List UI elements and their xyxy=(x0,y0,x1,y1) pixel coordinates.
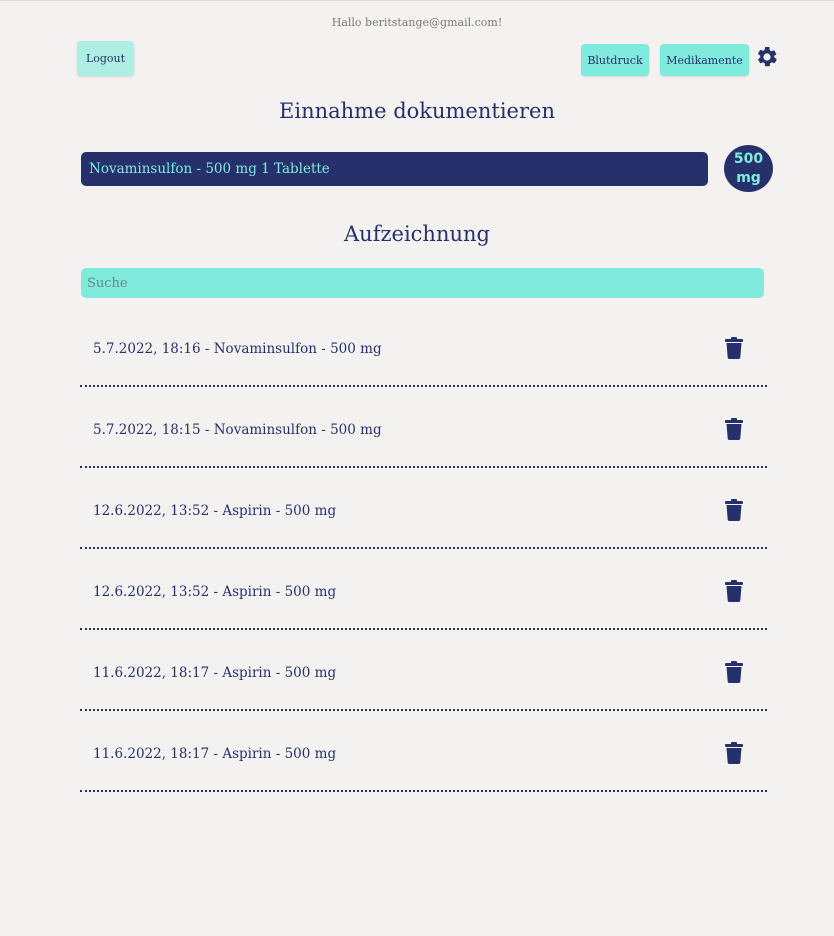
dose-unit: mg xyxy=(736,169,761,186)
record-text: 11.6.2022, 18:17 - Aspirin - 500 mg xyxy=(93,746,337,762)
list-item: 5.7.2022, 18:15 - Novaminsulfon - 500 mg xyxy=(80,387,767,468)
trash-icon[interactable] xyxy=(725,661,743,683)
record-text: 12.6.2022, 13:52 - Aspirin - 500 mg xyxy=(93,503,337,519)
nav-blutdruck-button[interactable]: Blutdruck xyxy=(581,44,649,76)
record-text: 12.6.2022, 13:52 - Aspirin - 500 mg xyxy=(93,584,337,600)
record-text: 5.7.2022, 18:16 - Novaminsulfon - 500 mg xyxy=(93,341,382,357)
list-item: 5.7.2022, 18:16 - Novaminsulfon - 500 mg xyxy=(80,306,767,387)
trash-icon[interactable] xyxy=(725,742,743,764)
top-border xyxy=(0,0,834,5)
list-item: 12.6.2022, 13:52 - Aspirin - 500 mg xyxy=(80,468,767,549)
logout-button[interactable]: Logout xyxy=(77,41,134,76)
dose-submit-button[interactable]: 500 mg xyxy=(724,145,773,192)
trash-icon[interactable] xyxy=(725,499,743,521)
trash-icon[interactable] xyxy=(725,418,743,440)
greeting-text: Hallo beritstange@gmail.com! xyxy=(331,16,503,29)
trash-icon[interactable] xyxy=(725,580,743,602)
search-input[interactable] xyxy=(81,268,764,298)
records-title: Aufzeichnung xyxy=(344,222,490,246)
dose-value: 500 xyxy=(733,150,764,167)
medication-select[interactable]: Novaminsulfon - 500 mg 1 Tablette xyxy=(81,152,708,186)
medication-select-value: Novaminsulfon - 500 mg 1 Tablette xyxy=(89,161,330,177)
nav-medikamente-button[interactable]: Medikamente xyxy=(660,44,749,76)
records-list: 5.7.2022, 18:16 - Novaminsulfon - 500 mg… xyxy=(80,306,767,792)
gear-icon[interactable] xyxy=(755,45,779,69)
record-text: 5.7.2022, 18:15 - Novaminsulfon - 500 mg xyxy=(93,422,382,438)
list-item: 11.6.2022, 18:17 - Aspirin - 500 mg xyxy=(80,630,767,711)
list-item: 12.6.2022, 13:52 - Aspirin - 500 mg xyxy=(80,549,767,630)
list-item: 11.6.2022, 18:17 - Aspirin - 500 mg xyxy=(80,711,767,792)
intake-title: Einnahme dokumentieren xyxy=(279,99,555,123)
trash-icon[interactable] xyxy=(725,337,743,359)
record-text: 11.6.2022, 18:17 - Aspirin - 500 mg xyxy=(93,665,337,681)
